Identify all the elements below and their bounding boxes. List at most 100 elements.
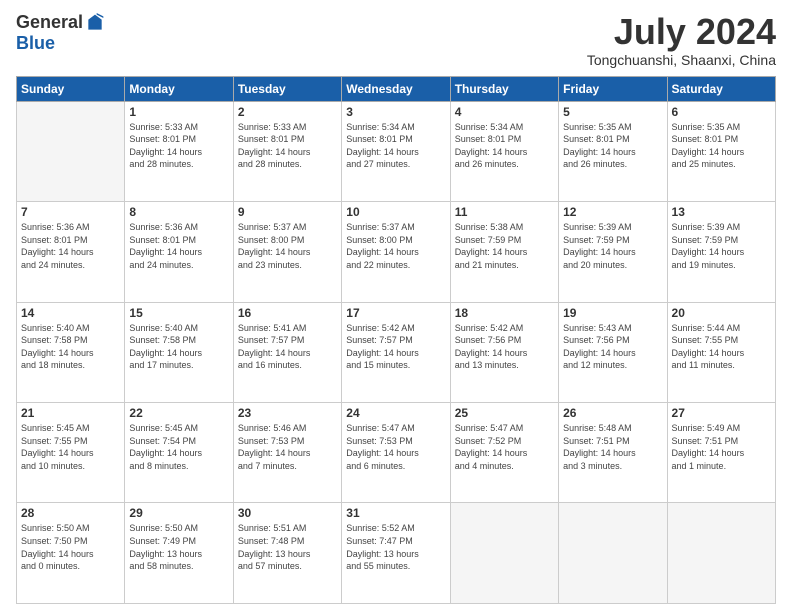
calendar-cell: 12 Sunrise: 5:39 AM Sunset: 7:59 PM Dayli… — [559, 202, 667, 302]
calendar-cell: 16 Sunrise: 5:41 AM Sunset: 7:57 PM Dayli… — [233, 302, 341, 402]
day-info: Sunrise: 5:51 AM Sunset: 7:48 PM Dayligh… — [238, 522, 337, 572]
day-info: Sunrise: 5:33 AM Sunset: 8:01 PM Dayligh… — [238, 121, 337, 171]
day-number: 8 — [129, 205, 228, 219]
day-number: 30 — [238, 506, 337, 520]
day-info: Sunrise: 5:50 AM Sunset: 7:50 PM Dayligh… — [21, 522, 120, 572]
calendar-cell: 22 Sunrise: 5:45 AM Sunset: 7:54 PM Dayli… — [125, 403, 233, 503]
day-number: 10 — [346, 205, 445, 219]
day-number: 29 — [129, 506, 228, 520]
day-number: 5 — [563, 105, 662, 119]
calendar-cell: 31 Sunrise: 5:52 AM Sunset: 7:47 PM Dayli… — [342, 503, 450, 604]
calendar-cell: 14 Sunrise: 5:40 AM Sunset: 7:58 PM Dayli… — [17, 302, 125, 402]
day-number: 21 — [21, 406, 120, 420]
header-monday: Monday — [125, 76, 233, 101]
calendar-cell: 29 Sunrise: 5:50 AM Sunset: 7:49 PM Dayli… — [125, 503, 233, 604]
day-number: 23 — [238, 406, 337, 420]
calendar-week-1: 7 Sunrise: 5:36 AM Sunset: 8:01 PM Daylig… — [17, 202, 776, 302]
calendar-cell: 25Sunrise: 5:47 AM Sunset: 7:52 PM Dayli… — [450, 403, 558, 503]
day-number: 9 — [238, 205, 337, 219]
day-info: Sunrise: 5:39 AM Sunset: 7:59 PM Dayligh… — [563, 221, 662, 271]
day-info: Sunrise: 5:37 AM Sunset: 8:00 PM Dayligh… — [346, 221, 445, 271]
day-info: Sunrise: 5:40 AM Sunset: 7:58 PM Dayligh… — [21, 322, 120, 372]
logo-general-text: General — [16, 12, 83, 33]
title-block: July 2024 Tongchuanshi, Shaanxi, China — [587, 12, 776, 68]
header-wednesday: Wednesday — [342, 76, 450, 101]
header-tuesday: Tuesday — [233, 76, 341, 101]
day-number: 7 — [21, 205, 120, 219]
day-number: 17 — [346, 306, 445, 320]
day-info: Sunrise: 5:40 AM Sunset: 7:58 PM Dayligh… — [129, 322, 228, 372]
calendar-cell — [667, 503, 775, 604]
day-info: Sunrise: 5:43 AM Sunset: 7:56 PM Dayligh… — [563, 322, 662, 372]
calendar-cell: 5 Sunrise: 5:35 AM Sunset: 8:01 PM Daylig… — [559, 101, 667, 201]
calendar-cell — [559, 503, 667, 604]
calendar-week-3: 21 Sunrise: 5:45 AM Sunset: 7:55 PM Dayli… — [17, 403, 776, 503]
day-info: Sunrise: 5:44 AM Sunset: 7:55 PM Dayligh… — [672, 322, 771, 372]
day-number: 3 — [346, 105, 445, 119]
day-info: Sunrise: 5:41 AM Sunset: 7:57 PM Dayligh… — [238, 322, 337, 372]
calendar-cell: 7Sunrise: 5:36 AM Sunset: 8:01 PM Daylig… — [17, 202, 125, 302]
day-info: Sunrise: 5:50 AM Sunset: 7:49 PM Dayligh… — [129, 522, 228, 572]
day-number: 26 — [563, 406, 662, 420]
calendar-cell: 4 Sunrise: 5:34 AM Sunset: 8:01 PM Daylig… — [450, 101, 558, 201]
day-number: 1 — [129, 105, 228, 119]
day-info: Sunrise: 5:35 AM Sunset: 8:01 PM Dayligh… — [563, 121, 662, 171]
calendar-cell: 2 Sunrise: 5:33 AM Sunset: 8:01 PM Daylig… — [233, 101, 341, 201]
day-number: 14 — [21, 306, 120, 320]
day-info: Sunrise: 5:33 AM Sunset: 8:01 PM Dayligh… — [129, 121, 228, 171]
day-info: Sunrise: 5:42 AM Sunset: 7:56 PM Dayligh… — [455, 322, 554, 372]
calendar-cell: 3 Sunrise: 5:34 AM Sunset: 8:01 PM Daylig… — [342, 101, 450, 201]
day-info: Sunrise: 5:49 AM Sunset: 7:51 PM Dayligh… — [672, 422, 771, 472]
day-number: 4 — [455, 105, 554, 119]
day-number: 19 — [563, 306, 662, 320]
day-info: Sunrise: 5:42 AM Sunset: 7:57 PM Dayligh… — [346, 322, 445, 372]
logo-blue-text: Blue — [16, 33, 55, 54]
calendar-cell: 10 Sunrise: 5:37 AM Sunset: 8:00 PM Dayli… — [342, 202, 450, 302]
calendar-cell: 8 Sunrise: 5:36 AM Sunset: 8:01 PM Daylig… — [125, 202, 233, 302]
calendar-week-0: 1 Sunrise: 5:33 AM Sunset: 8:01 PM Daylig… — [17, 101, 776, 201]
day-number: 12 — [563, 205, 662, 219]
header-saturday: Saturday — [667, 76, 775, 101]
logo: General Blue — [16, 12, 105, 54]
day-number: 13 — [672, 205, 771, 219]
calendar-cell: 28Sunrise: 5:50 AM Sunset: 7:50 PM Dayli… — [17, 503, 125, 604]
day-info: Sunrise: 5:46 AM Sunset: 7:53 PM Dayligh… — [238, 422, 337, 472]
location: Tongchuanshi, Shaanxi, China — [587, 52, 776, 68]
day-info: Sunrise: 5:35 AM Sunset: 8:01 PM Dayligh… — [672, 121, 771, 171]
day-info: Sunrise: 5:45 AM Sunset: 7:55 PM Dayligh… — [21, 422, 120, 472]
calendar-header-row: Sunday Monday Tuesday Wednesday Thursday… — [17, 76, 776, 101]
header-friday: Friday — [559, 76, 667, 101]
month-title: July 2024 — [587, 12, 776, 52]
calendar-cell: 13Sunrise: 5:39 AM Sunset: 7:59 PM Dayli… — [667, 202, 775, 302]
calendar-cell: 11Sunrise: 5:38 AM Sunset: 7:59 PM Dayli… — [450, 202, 558, 302]
day-info: Sunrise: 5:37 AM Sunset: 8:00 PM Dayligh… — [238, 221, 337, 271]
day-number: 15 — [129, 306, 228, 320]
day-info: Sunrise: 5:36 AM Sunset: 8:01 PM Dayligh… — [129, 221, 228, 271]
logo-icon — [85, 13, 105, 33]
day-info: Sunrise: 5:52 AM Sunset: 7:47 PM Dayligh… — [346, 522, 445, 572]
calendar-cell: 20Sunrise: 5:44 AM Sunset: 7:55 PM Dayli… — [667, 302, 775, 402]
day-number: 11 — [455, 205, 554, 219]
day-number: 16 — [238, 306, 337, 320]
day-number: 31 — [346, 506, 445, 520]
day-info: Sunrise: 5:45 AM Sunset: 7:54 PM Dayligh… — [129, 422, 228, 472]
day-number: 6 — [672, 105, 771, 119]
day-number: 18 — [455, 306, 554, 320]
header-sunday: Sunday — [17, 76, 125, 101]
day-number: 22 — [129, 406, 228, 420]
calendar-week-2: 14 Sunrise: 5:40 AM Sunset: 7:58 PM Dayli… — [17, 302, 776, 402]
day-info: Sunrise: 5:47 AM Sunset: 7:52 PM Dayligh… — [455, 422, 554, 472]
calendar-cell — [17, 101, 125, 201]
calendar-cell: 19 Sunrise: 5:43 AM Sunset: 7:56 PM Dayli… — [559, 302, 667, 402]
day-number: 2 — [238, 105, 337, 119]
day-info: Sunrise: 5:34 AM Sunset: 8:01 PM Dayligh… — [346, 121, 445, 171]
header-thursday: Thursday — [450, 76, 558, 101]
day-info: Sunrise: 5:34 AM Sunset: 8:01 PM Dayligh… — [455, 121, 554, 171]
calendar-cell: 9 Sunrise: 5:37 AM Sunset: 8:00 PM Daylig… — [233, 202, 341, 302]
calendar-cell: 17 Sunrise: 5:42 AM Sunset: 7:57 PM Dayli… — [342, 302, 450, 402]
calendar-week-4: 28Sunrise: 5:50 AM Sunset: 7:50 PM Dayli… — [17, 503, 776, 604]
calendar-cell: 24Sunrise: 5:47 AM Sunset: 7:53 PM Dayli… — [342, 403, 450, 503]
calendar-cell: 1 Sunrise: 5:33 AM Sunset: 8:01 PM Daylig… — [125, 101, 233, 201]
page: General Blue July 2024 Tongchuanshi, Sha… — [0, 0, 792, 612]
calendar-cell: 30 Sunrise: 5:51 AM Sunset: 7:48 PM Dayli… — [233, 503, 341, 604]
